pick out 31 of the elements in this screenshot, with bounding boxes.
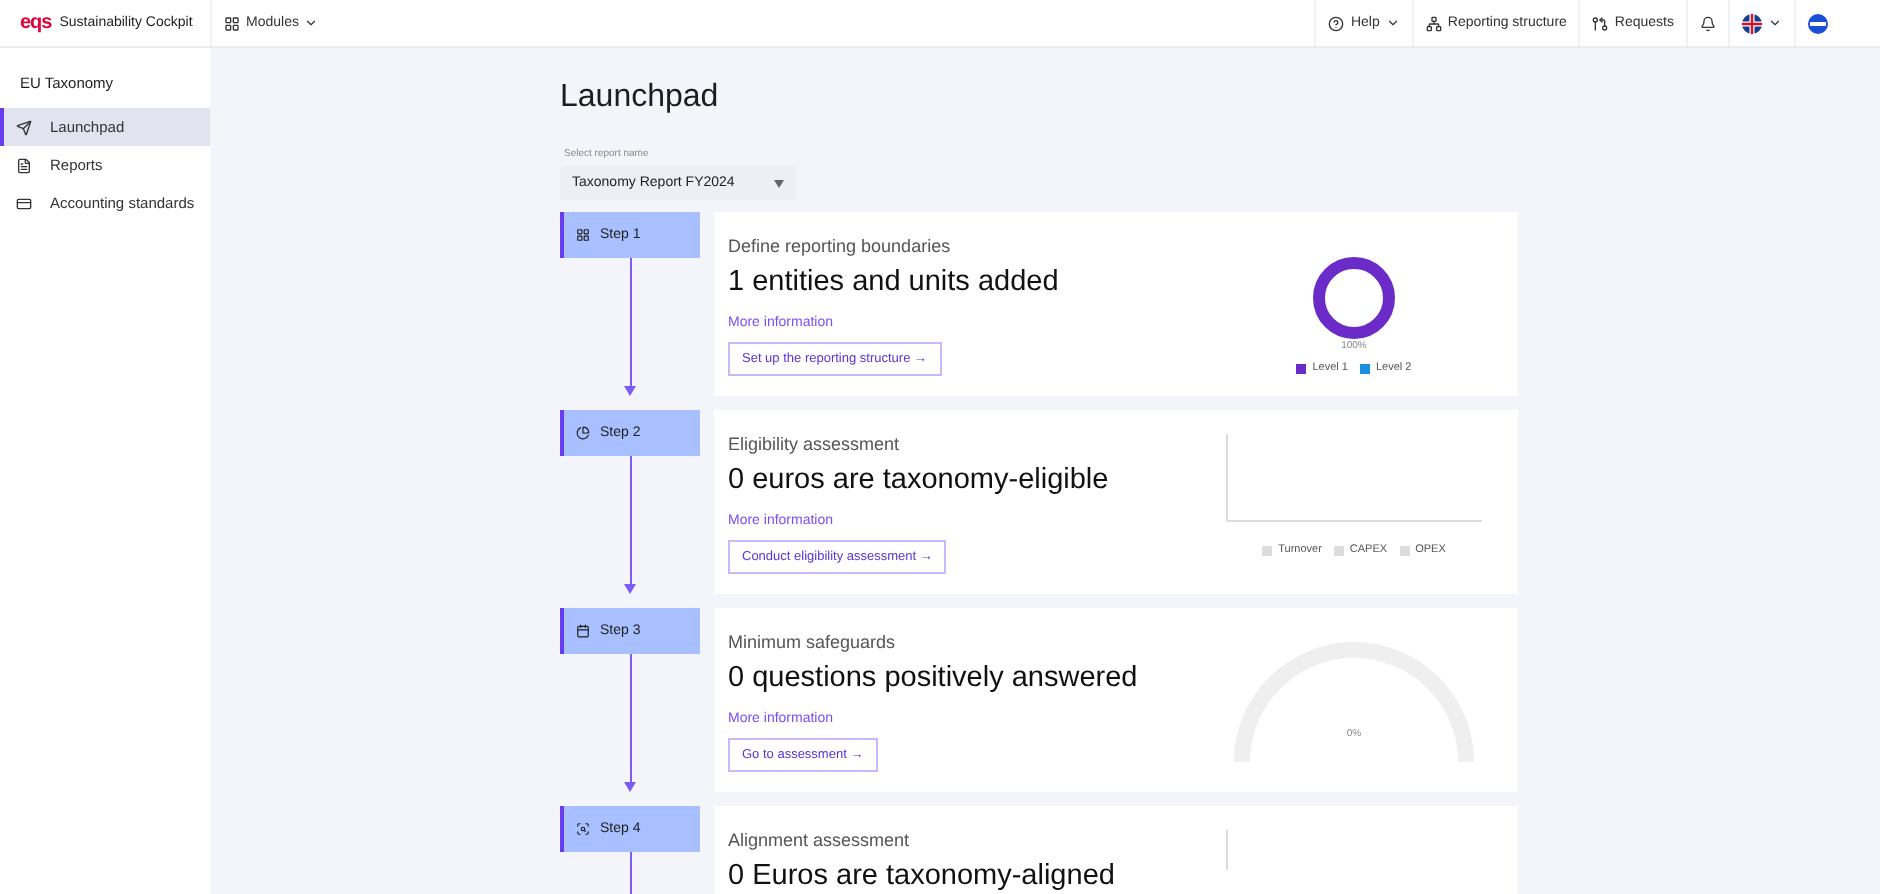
calendar-icon — [576, 624, 590, 638]
step-headline: 0 euros are taxonomy-eligible — [728, 464, 1109, 496]
help-icon — [1328, 15, 1345, 31]
send-icon — [16, 119, 32, 135]
logo: eqs — [20, 12, 52, 34]
step-title: Define reporting boundaries — [728, 236, 951, 256]
avatar-icon — [1808, 13, 1828, 33]
step-title: Eligibility assessment — [728, 434, 900, 454]
search-icon — [576, 822, 590, 836]
grid-icon — [576, 228, 590, 242]
requests-icon — [1592, 15, 1609, 31]
document-icon — [16, 157, 32, 173]
chart-axis-line — [1226, 830, 1228, 870]
card-icon — [16, 195, 32, 211]
connector-arrow — [624, 258, 636, 396]
grid-icon — [224, 15, 240, 31]
step-title: Minimum safeguards — [728, 632, 896, 652]
connector-arrow — [624, 456, 636, 594]
chevron-icon — [304, 16, 319, 30]
flag-icon — [1742, 13, 1762, 33]
step-headline: 1 entities and units added — [728, 266, 1059, 298]
pie-icon — [576, 426, 590, 440]
step-headline: 0 questions positively answered — [728, 662, 1138, 694]
bell-icon — [1700, 15, 1716, 31]
hierarchy-icon — [1425, 15, 1442, 31]
step-headline: 0 Euros are taxonomy-aligned — [728, 860, 1115, 892]
page-title: Launchpad — [560, 80, 721, 116]
step-title: Alignment assessment — [728, 830, 910, 850]
caret-icon — [774, 179, 784, 187]
connector-arrow — [624, 654, 636, 792]
donut-chart-drawing — [1312, 256, 1396, 340]
